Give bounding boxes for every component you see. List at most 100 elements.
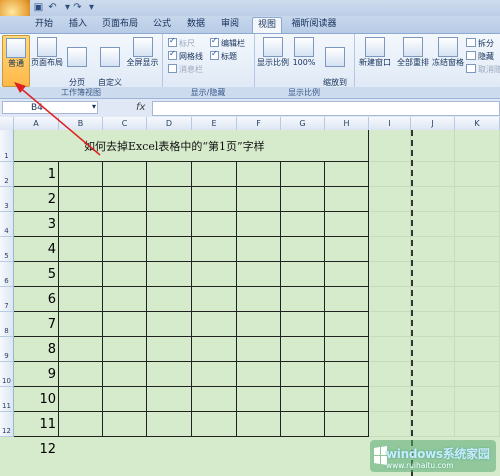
grid-cell[interactable]: [325, 187, 369, 212]
freeze-panes-button[interactable]: 冻结窗格: [432, 35, 464, 85]
row-header[interactable]: 11: [0, 387, 14, 412]
grid-cell[interactable]: [455, 412, 500, 437]
grid-cell[interactable]: [192, 262, 237, 287]
merged-title-cell[interactable]: 如何去掉Excel表格中的“第1页”字样: [84, 138, 265, 154]
grid-cell[interactable]: [455, 262, 500, 287]
grid-cell[interactable]: [237, 337, 281, 362]
select-all-corner[interactable]: [0, 117, 14, 130]
hide-button[interactable]: 隐藏: [466, 51, 494, 62]
zoom-100-button[interactable]: 100%: [292, 35, 316, 85]
grid-cell[interactable]: [147, 237, 192, 262]
row-header[interactable]: 5: [0, 237, 14, 262]
grid-cell[interactable]: [103, 412, 147, 437]
worksheet-grid[interactable]: 1 2 1 3 2 4 3 5 4 6 5 7 6 8 7 9 8 10 9 11 10 12 11 12 如何去掉Excel…: [0, 130, 500, 476]
grid-cell[interactable]: [103, 162, 147, 187]
grid-cell[interactable]: [325, 287, 369, 312]
grid-cell[interactable]: [147, 362, 192, 387]
redo-icon[interactable]: ↷: [72, 2, 83, 13]
grid-cell[interactable]: [411, 387, 455, 412]
grid-cell[interactable]: [147, 312, 192, 337]
grid-cell[interactable]: [455, 312, 500, 337]
headings-checkbox[interactable]: 标题: [210, 49, 237, 62]
column-header-b[interactable]: B: [59, 117, 103, 130]
grid-cell[interactable]: [147, 212, 192, 237]
grid-cell[interactable]: [369, 412, 411, 437]
grid-cell[interactable]: [455, 362, 500, 387]
grid-cell[interactable]: [192, 337, 237, 362]
arrange-all-button[interactable]: 全部重排: [396, 35, 430, 85]
row-header[interactable]: 4: [0, 212, 14, 237]
tab-home[interactable]: 开始: [30, 17, 58, 32]
zoom-to-selection-button[interactable]: 缩放到 选定区域: [318, 35, 352, 97]
grid-cell[interactable]: [369, 130, 411, 162]
page-break-preview-button[interactable]: 分页 预览: [65, 35, 89, 97]
grid-cell[interactable]: [192, 212, 237, 237]
grid-cell[interactable]: [281, 237, 325, 262]
grid-cell[interactable]: [103, 362, 147, 387]
unhide-button[interactable]: 取消隐: [466, 64, 500, 75]
grid-cell[interactable]: [411, 412, 455, 437]
grid-cell[interactable]: [103, 187, 147, 212]
save-icon[interactable]: ▣: [33, 2, 44, 13]
grid-cell[interactable]: [192, 387, 237, 412]
grid-cell[interactable]: [192, 237, 237, 262]
grid-cell[interactable]: [281, 387, 325, 412]
grid-cell[interactable]: [325, 312, 369, 337]
grid-cell[interactable]: [147, 387, 192, 412]
grid-cell[interactable]: [281, 187, 325, 212]
row-header[interactable]: 9: [0, 337, 14, 362]
tab-formulas[interactable]: 公式: [148, 17, 176, 32]
grid-cell[interactable]: [59, 212, 103, 237]
grid-cell[interactable]: [103, 337, 147, 362]
tab-insert[interactable]: 插入: [64, 17, 92, 32]
grid-cell[interactable]: [281, 162, 325, 187]
column-header-i[interactable]: I: [369, 117, 411, 130]
grid-cell[interactable]: [411, 130, 455, 162]
grid-cell[interactable]: [59, 337, 103, 362]
grid-cell[interactable]: [369, 162, 411, 187]
grid-cell[interactable]: [237, 387, 281, 412]
grid-cell[interactable]: [103, 212, 147, 237]
ruler-checkbox[interactable]: 标尺: [168, 36, 195, 49]
grid-cell[interactable]: [237, 312, 281, 337]
grid-cell[interactable]: [455, 162, 500, 187]
grid-cell[interactable]: [59, 287, 103, 312]
grid-cell[interactable]: [59, 187, 103, 212]
grid-cell[interactable]: [369, 287, 411, 312]
grid-cell[interactable]: [237, 162, 281, 187]
grid-cell[interactable]: [59, 237, 103, 262]
grid-cell[interactable]: [325, 362, 369, 387]
grid-cell[interactable]: [455, 187, 500, 212]
name-box[interactable]: B4: [2, 101, 98, 114]
grid-cell[interactable]: [369, 187, 411, 212]
grid-cell[interactable]: [325, 262, 369, 287]
grid-cell[interactable]: [192, 312, 237, 337]
grid-cell[interactable]: [325, 387, 369, 412]
grid-cell[interactable]: [237, 262, 281, 287]
normal-view-button[interactable]: 普通: [2, 35, 30, 87]
grid-cell[interactable]: [325, 237, 369, 262]
column-header-h[interactable]: H: [325, 117, 369, 130]
grid-cell[interactable]: [455, 237, 500, 262]
grid-cell[interactable]: [59, 262, 103, 287]
grid-cell[interactable]: [369, 312, 411, 337]
grid-cell[interactable]: [147, 337, 192, 362]
grid-cell[interactable]: [411, 312, 455, 337]
grid-cell[interactable]: [237, 362, 281, 387]
gridlines-checkbox[interactable]: 网格线: [168, 49, 203, 62]
grid-cell[interactable]: [103, 262, 147, 287]
grid-cell[interactable]: [411, 212, 455, 237]
grid-cell[interactable]: [369, 337, 411, 362]
grid-cell[interactable]: [237, 187, 281, 212]
grid-cell[interactable]: [455, 130, 500, 162]
grid-cell[interactable]: [237, 212, 281, 237]
grid-cell[interactable]: [103, 287, 147, 312]
grid-cell[interactable]: [281, 262, 325, 287]
row-header[interactable]: 7: [0, 287, 14, 312]
tab-view[interactable]: 视图: [252, 17, 282, 33]
grid-cell[interactable]: [103, 312, 147, 337]
grid-cell[interactable]: [281, 337, 325, 362]
grid-cell[interactable]: [281, 287, 325, 312]
grid-cell[interactable]: [411, 287, 455, 312]
row-header[interactable]: 2: [0, 162, 14, 187]
